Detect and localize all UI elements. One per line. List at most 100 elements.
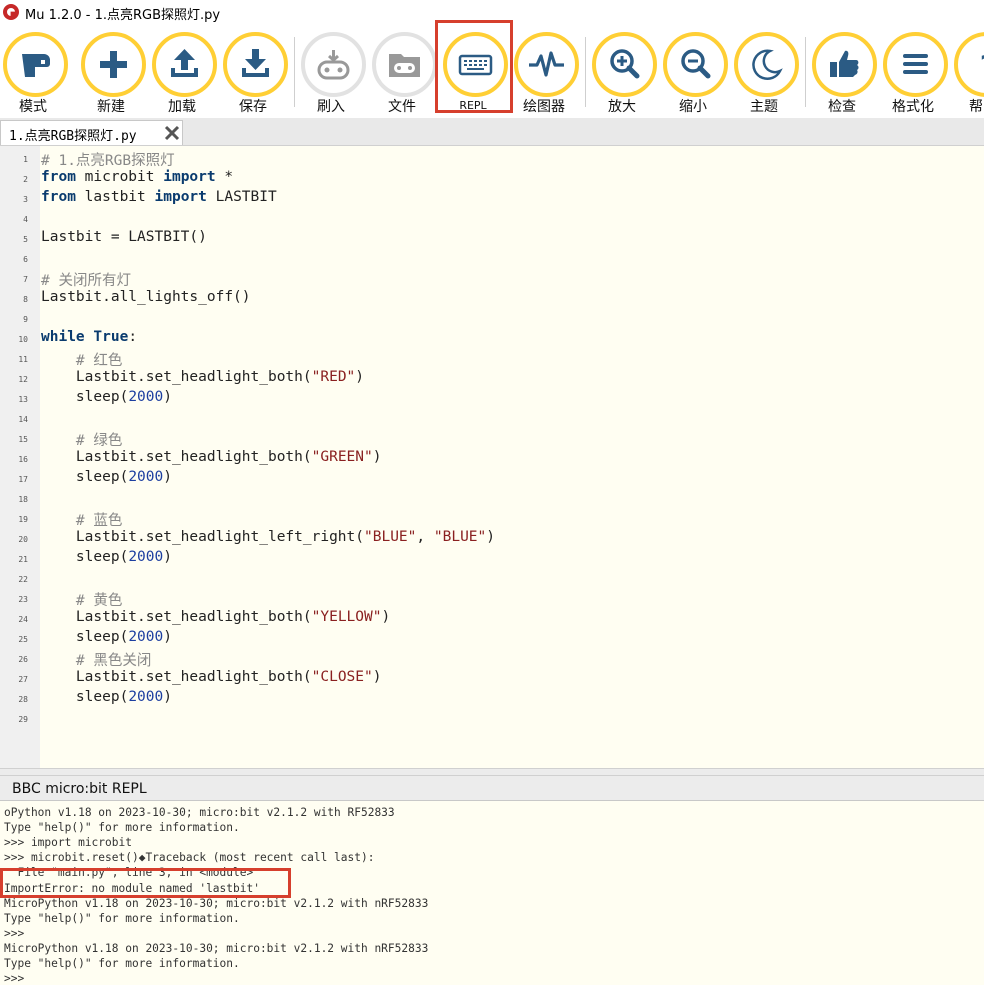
load-button[interactable]: 加载	[149, 32, 219, 117]
code-line: sleep(2000)	[41, 549, 172, 565]
line-number: 1	[23, 155, 28, 164]
repl-line: Type "help()" for more information.	[4, 957, 240, 970]
close-tab-icon[interactable]	[164, 125, 180, 141]
code-line: from lastbit import LASTBIT	[41, 189, 277, 205]
repl-line: >>> microbit.reset()◆Traceback (most rec…	[4, 851, 375, 865]
line-number: 5	[23, 235, 28, 244]
save-button[interactable]: 保存	[220, 32, 290, 117]
code-line: Lastbit.set_headlight_both("GREEN")	[41, 449, 382, 465]
repl-button-highlight	[435, 20, 513, 113]
upload-icon	[152, 32, 217, 97]
repl-header: BBC micro:bit REPL	[0, 776, 984, 801]
line-number: 9	[23, 315, 28, 324]
moon-icon	[734, 32, 799, 97]
mode-button[interactable]: 模式	[0, 32, 70, 117]
code-line: # 黑色关闭	[75, 653, 152, 669]
line-number: 7	[23, 275, 28, 284]
repl-line: Type "help()" for more information.	[4, 821, 240, 835]
new-label: 新建	[97, 99, 125, 115]
line-number: 22	[18, 575, 28, 584]
mu-logo-icon	[3, 4, 19, 20]
repl-line: oPython v1.18 on 2023-10-30; micro:bit v…	[4, 806, 395, 819]
new-button[interactable]: 新建	[78, 32, 148, 117]
flash-button[interactable]: 刷入	[298, 32, 368, 117]
save-label: 保存	[239, 99, 267, 115]
window-title: Mu 1.2.0 - 1.点亮RGB探照灯.py	[25, 8, 221, 23]
help-button[interactable]: ? 帮	[951, 32, 984, 117]
line-number: 23	[18, 595, 28, 604]
file-tab-label: 1.点亮RGB探照灯.py	[9, 129, 137, 144]
line-number: 29	[18, 715, 28, 724]
download-icon	[223, 32, 288, 97]
zoom-out-button[interactable]: 缩小	[660, 32, 730, 117]
line-number: 24	[18, 615, 28, 624]
code-line: Lastbit.set_headlight_both("RED")	[41, 369, 365, 385]
repl-line: Type "help()" for more information.	[4, 911, 240, 925]
help-icon: ?	[954, 32, 984, 97]
files-icon	[372, 32, 437, 97]
help-label: 帮	[969, 99, 983, 115]
svg-text:?: ?	[980, 51, 984, 81]
line-number: 6	[23, 255, 28, 264]
plotter-button[interactable]: 绘图器	[511, 32, 581, 117]
code-line: Lastbit.all_lights_off()	[41, 289, 251, 305]
code-line: from microbit import *	[41, 169, 234, 185]
line-number: 4	[23, 215, 28, 224]
line-number: 10	[18, 335, 28, 344]
line-number: 3	[23, 195, 28, 204]
error-highlight-box	[0, 868, 291, 898]
code-line: sleep(2000)	[41, 469, 172, 485]
thumbs-up-icon	[812, 32, 877, 97]
theme-label: 主题	[750, 99, 778, 115]
check-button[interactable]: 检查	[809, 32, 879, 117]
toolbar-separator	[585, 37, 586, 107]
line-number: 12	[18, 375, 28, 384]
line-number: 11	[18, 355, 28, 364]
zoom-in-button[interactable]: 放大	[589, 32, 659, 117]
theme-button[interactable]: 主题	[731, 32, 801, 117]
format-button[interactable]: 格式化	[880, 32, 950, 117]
code-line: Lastbit.set_headlight_both("YELLOW")	[41, 609, 391, 625]
repl-line: >>> import microbit	[4, 836, 132, 850]
code-line: # 红色	[75, 353, 123, 369]
line-number: 8	[23, 295, 28, 304]
files-button[interactable]: 文件	[369, 32, 439, 117]
toolbar-separator	[805, 37, 806, 107]
zoom-in-label: 放大	[608, 99, 636, 115]
line-number-gutter: 1 2 3 4 5 6 7 8 9 10 11 12 13 14 15 16 17 18 19 20 21 22 23 24 2…	[0, 146, 40, 768]
line-number: 18	[18, 495, 28, 504]
line-number: 20	[18, 535, 28, 544]
repl-line: >>>	[4, 972, 25, 985]
code-editor[interactable]: 1 2 3 4 5 6 7 8 9 10 11 12 13 14 15 16 17 18 19 20 21 22 23 24 2…	[0, 146, 984, 768]
file-tab[interactable]: 1.点亮RGB探照灯.py	[0, 120, 183, 145]
toolbar-separator	[294, 37, 295, 107]
code-line: sleep(2000)	[41, 629, 172, 645]
line-number: 16	[18, 455, 28, 464]
repl-line: MicroPython v1.18 on 2023-10-30; micro:b…	[4, 896, 429, 910]
code-line: while True:	[41, 329, 138, 345]
line-number: 14	[18, 415, 28, 424]
load-label: 加载	[168, 99, 196, 115]
line-number: 13	[18, 395, 28, 404]
tab-bar: 1.点亮RGB探照灯.py	[0, 118, 984, 146]
zoom-in-icon	[592, 32, 657, 97]
code-line: # 蓝色	[75, 513, 123, 529]
line-number: 21	[18, 555, 28, 564]
code-line: Lastbit = LASTBIT()	[41, 229, 207, 245]
code-line: # 1.点亮RGB探照灯	[41, 153, 175, 169]
format-icon	[883, 32, 948, 97]
repl-line: MicroPython v1.18 on 2023-10-30; micro:b…	[4, 941, 429, 955]
zoom-out-label: 缩小	[679, 99, 707, 115]
line-number: 26	[18, 655, 28, 664]
code-line: # 绿色	[75, 433, 123, 449]
mode-icon	[3, 32, 68, 97]
line-number: 25	[18, 635, 28, 644]
line-number: 27	[18, 675, 28, 684]
repl-line: >>>	[4, 926, 25, 940]
line-number: 17	[18, 475, 28, 484]
mode-label: 模式	[19, 99, 47, 115]
pane-splitter[interactable]	[0, 768, 984, 776]
check-label: 检查	[828, 99, 856, 115]
code-line: Lastbit.set_headlight_left_right("BLUE",…	[41, 529, 495, 545]
line-number: 15	[18, 435, 28, 444]
